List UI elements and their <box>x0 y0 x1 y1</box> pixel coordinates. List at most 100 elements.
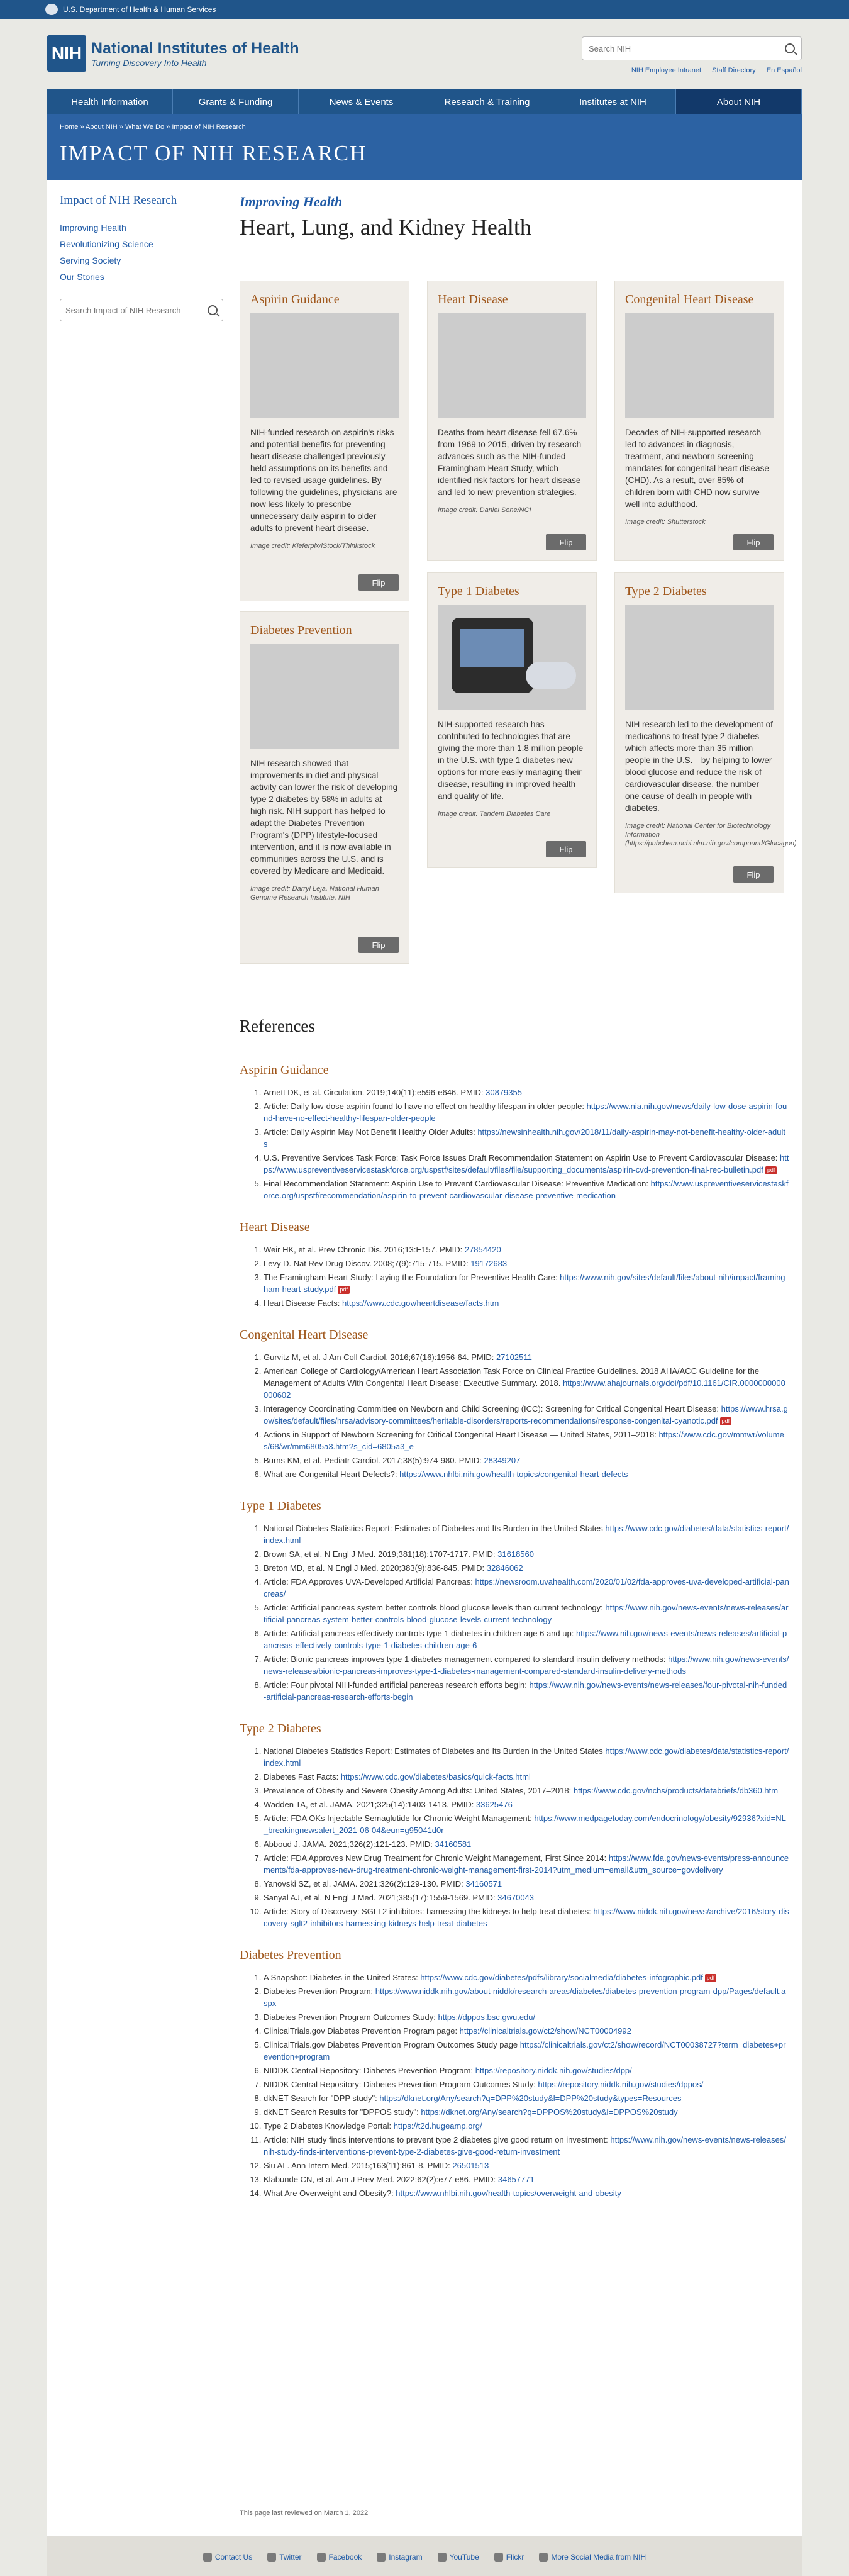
reference-text: Weir HK, et al. Prev Chronic Dis. 2016;1… <box>264 1245 465 1254</box>
footer-youtube[interactable]: YouTube <box>437 2553 479 2562</box>
sidebar-item-revolutionizing-science[interactable]: Revolutionizing Science <box>60 239 153 249</box>
flip-button[interactable]: Flip <box>546 841 586 857</box>
reference-text: What are Congenital Heart Defects?: <box>264 1469 400 1479</box>
card-congenital-heart-disease: Congenital Heart Disease Decades of NIH-… <box>614 281 784 561</box>
nih-logo[interactable]: NIH National Institutes of Health Turnin… <box>47 35 299 72</box>
reference-link[interactable]: 27102511 <box>496 1352 532 1362</box>
reference-link[interactable]: https://repository.niddk.nih.gov/studies… <box>475 2066 632 2075</box>
search-icon[interactable] <box>785 43 795 53</box>
reference-link[interactable]: https://www.nhlbi.nih.gov/health-topics/… <box>396 2188 621 2198</box>
section-eyebrow[interactable]: Improving Health <box>240 194 789 210</box>
reference-link[interactable]: 34160571 <box>465 1879 502 1888</box>
util-link-espanol[interactable]: En Español <box>767 67 802 74</box>
flip-button[interactable]: Flip <box>358 937 399 953</box>
reference-item: Levy D. Nat Rev Drug Discov. 2008;7(9):7… <box>264 1257 789 1269</box>
reference-link[interactable]: 27854420 <box>465 1245 501 1254</box>
reference-item: Article: Artificial pancreas effectively… <box>264 1627 789 1651</box>
card-credit: Image credit: Darryl Leja, National Huma… <box>250 885 379 901</box>
reference-item: Yanovski SZ, et al. JAMA. 2021;326(2):12… <box>264 1878 789 1890</box>
card-title: Type 1 Diabetes <box>438 584 519 598</box>
reference-link[interactable]: https://www.cdc.gov/diabetes/pdfs/librar… <box>420 1973 702 1982</box>
breadcrumb-what-we-do[interactable]: What We Do <box>125 123 164 131</box>
hhs-link[interactable]: U.S. Department of Health & Human Servic… <box>63 5 216 14</box>
nav-about-nih[interactable]: About NIH <box>676 89 802 114</box>
card-image <box>250 313 399 418</box>
site-search-input[interactable] <box>589 43 785 53</box>
sidebar-item-our-stories[interactable]: Our Stories <box>60 272 104 282</box>
reference-link[interactable]: 33625476 <box>476 1800 513 1809</box>
reference-link[interactable]: 31618560 <box>497 1549 534 1559</box>
footer-more-social[interactable]: More Social Media from NIH <box>539 2553 646 2562</box>
reference-link[interactable]: https://dppos.bsc.gwu.edu/ <box>438 2012 535 2022</box>
reference-link[interactable]: 19172683 <box>470 1259 507 1268</box>
reference-link[interactable]: 30879355 <box>486 1088 522 1097</box>
pdf-icon: pdf <box>338 1286 350 1295</box>
flip-button[interactable]: Flip <box>358 574 399 591</box>
footer-flickr[interactable]: Flickr <box>494 2553 524 2562</box>
card-diabetes-prevention: Diabetes Prevention NIH research showed … <box>240 611 409 964</box>
reference-item: Sanyal AJ, et al. N Engl J Med. 2021;385… <box>264 1892 789 1904</box>
reference-text: Type 2 Diabetes Knowledge Portal: <box>264 2121 394 2131</box>
reference-section-title: Diabetes Prevention <box>240 1948 341 1962</box>
footer-contact-us[interactable]: Contact Us <box>203 2553 252 2562</box>
reference-text: dkNET Search Results for "DPPOS study": <box>264 2107 421 2117</box>
reference-item: Article: Story of Discovery: SGLT2 inhib… <box>264 1905 789 1929</box>
card-heart-disease: Heart Disease Deaths from heart disease … <box>427 281 597 561</box>
util-link-staff-directory[interactable]: Staff Directory <box>712 67 756 74</box>
reference-link[interactable]: https://dknet.org/Any/search?q=DPP%20stu… <box>379 2094 681 2103</box>
reference-link[interactable]: 34657771 <box>498 2175 535 2184</box>
reference-link[interactable]: https://www.cdc.gov/heartdisease/facts.h… <box>342 1298 499 1308</box>
reference-link[interactable]: 34160581 <box>435 1839 471 1849</box>
reference-item: Type 2 Diabetes Knowledge Portal: https:… <box>264 2120 789 2132</box>
reference-link[interactable]: https://www.nhlbi.nih.gov/health-topics/… <box>399 1469 628 1479</box>
footer-twitter[interactable]: Twitter <box>267 2553 302 2562</box>
reference-link[interactable]: 26501513 <box>452 2161 489 2170</box>
card-type-2-diabetes: Type 2 Diabetes NIH research led to the … <box>614 572 797 893</box>
hhs-bar: U.S. Department of Health & Human Servic… <box>0 0 849 19</box>
reference-link[interactable]: https://t2d.hugeamp.org/ <box>394 2121 482 2131</box>
breadcrumb-current: Impact of NIH Research <box>172 123 246 131</box>
utility-links: NIH Employee Intranet Staff Directory En… <box>623 67 802 74</box>
reference-link[interactable]: 34670043 <box>497 1893 534 1902</box>
nav-institutes[interactable]: Institutes at NIH <box>550 89 676 114</box>
flickr-icon <box>494 2553 503 2562</box>
reference-text: National Diabetes Statistics Report: Est… <box>264 1746 606 1756</box>
footer-facebook[interactable]: Facebook <box>316 2553 362 2562</box>
reference-text: Diabetes Prevention Program: <box>264 1987 375 1996</box>
flip-button[interactable]: Flip <box>546 534 586 550</box>
reference-item: Article: Four pivotal NIH-funded artific… <box>264 1679 789 1703</box>
reference-link[interactable]: https://clinicaltrials.gov/ct2/show/NCT0… <box>460 2026 631 2036</box>
reference-item: Heart Disease Facts: https://www.cdc.gov… <box>264 1297 789 1309</box>
reference-link[interactable]: https://dknet.org/Any/search?q=DPPOS%20s… <box>421 2107 677 2117</box>
nav-grants-funding[interactable]: Grants & Funding <box>173 89 299 114</box>
sidebar-item-improving-health[interactable]: Improving Health <box>60 223 126 233</box>
search-icon[interactable] <box>208 305 218 315</box>
nav-research-training[interactable]: Research & Training <box>425 89 550 114</box>
reference-text: Article: Story of Discovery: SGLT2 inhib… <box>264 1907 594 1916</box>
page-title: Heart, Lung, and Kidney Health <box>240 215 531 240</box>
reference-section: Aspirin Guidance Arnett DK, et al. Circul… <box>240 1063 789 1202</box>
breadcrumb-home[interactable]: Home <box>60 123 78 131</box>
reference-link[interactable]: 32846062 <box>487 1563 523 1573</box>
content-area: Impact of NIH Research Improving Health … <box>47 180 802 2536</box>
reference-text: Wadden TA, et al. JAMA. 2021;325(14):140… <box>264 1800 476 1809</box>
footer-instagram[interactable]: Instagram <box>377 2553 423 2562</box>
reference-link[interactable]: https://repository.niddk.nih.gov/studies… <box>538 2080 703 2089</box>
reference-link[interactable]: https://www.cdc.gov/nchs/products/databr… <box>574 1786 778 1795</box>
util-link-intranet[interactable]: NIH Employee Intranet <box>631 67 701 74</box>
breadcrumb-about[interactable]: About NIH <box>86 123 118 131</box>
sidebar-title[interactable]: Impact of NIH Research <box>60 194 223 213</box>
sidebar-item-serving-society[interactable]: Serving Society <box>60 255 121 265</box>
flip-button[interactable]: Flip <box>733 866 774 883</box>
reference-text: Heart Disease Facts: <box>264 1298 342 1308</box>
nav-news-events[interactable]: News & Events <box>299 89 425 114</box>
card-title: Type 2 Diabetes <box>625 584 707 598</box>
card-type-1-diabetes: Type 1 Diabetes NIH-supported research h… <box>427 572 597 868</box>
reference-link[interactable]: https://www.cdc.gov/diabetes/basics/quic… <box>341 1772 531 1781</box>
flip-button[interactable]: Flip <box>733 534 774 550</box>
reference-link[interactable]: 28349207 <box>484 1456 520 1465</box>
sidebar-search-input[interactable] <box>65 305 208 315</box>
reference-item: Gurvitz M, et al. J Am Coll Cardiol. 201… <box>264 1351 789 1363</box>
nav-health-information[interactable]: Health Information <box>47 89 173 114</box>
reference-item: Article: Daily Aspirin May Not Benefit H… <box>264 1126 789 1150</box>
